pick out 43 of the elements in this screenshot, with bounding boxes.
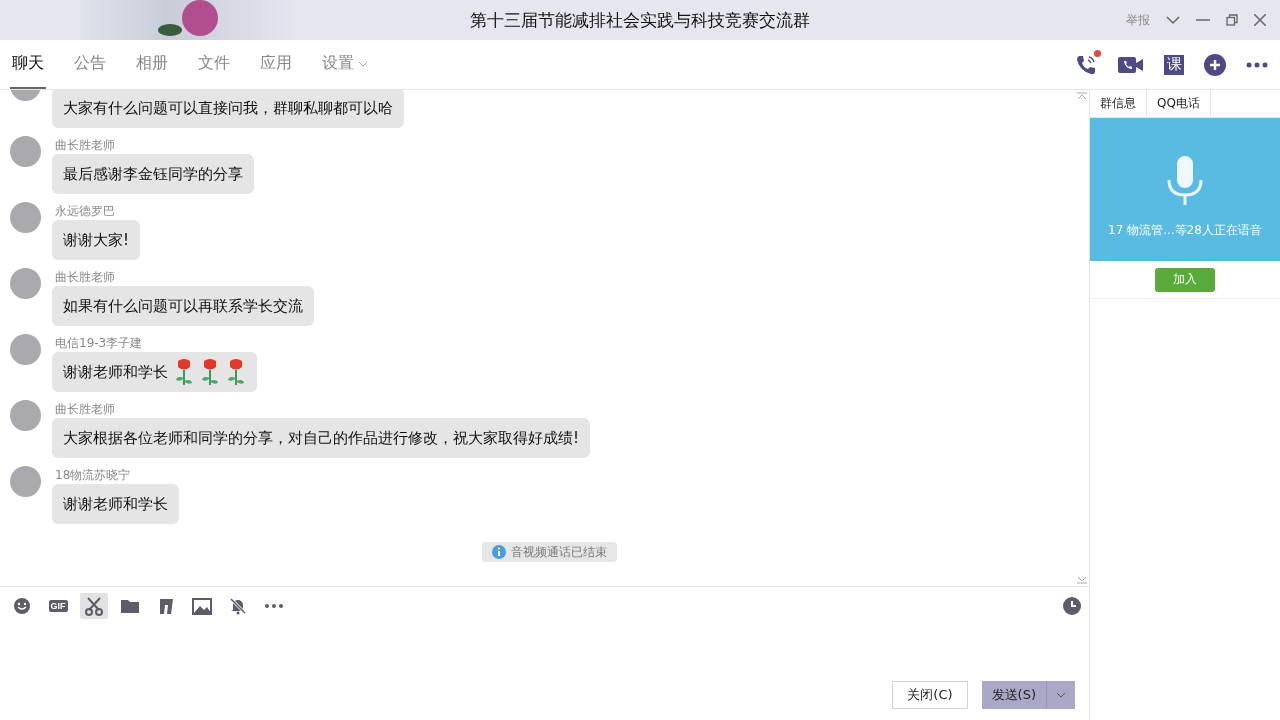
microphone-icon [1165,156,1205,208]
message-bubble: 大家根据各位老师和同学的分享，对自己的作品进行修改，祝大家取得好成绩! [52,418,590,458]
sender-name: 永远德罗巴 [55,203,115,220]
course-icon[interactable]: 课 [1164,54,1184,75]
chevron-down-icon[interactable] [1166,15,1180,25]
sender-name: 曲长胜老师 [55,269,115,286]
send-button[interactable]: 发送(S) [981,681,1047,709]
message-bubble: 最后感谢李金钰同学的分享 [52,154,254,194]
image-icon [192,597,212,615]
window-title: 第十三届节能减排社会实践与科技竞赛交流群 [470,8,810,32]
chevron-down-icon [1056,692,1066,698]
info-icon [492,545,506,559]
message-bubble: 谢谢老师和学长 [52,352,257,392]
sender-name: 电信19-3李子建 [55,335,143,352]
message-bubble: 谢谢大家! [52,220,140,260]
tab[interactable]: 设置 [320,40,370,89]
tab[interactable]: 公告 [72,40,108,89]
gif-icon: GIF [48,600,68,612]
system-notice: 音视频通话已结束 [482,542,617,562]
scissors-tool-button[interactable] [80,593,108,619]
tab[interactable]: 应用 [258,40,294,89]
message-bubble: 谢谢老师和学长 [52,484,179,524]
scissors-icon [84,596,104,616]
more-icon [264,603,284,609]
more-icon[interactable] [1246,61,1268,68]
tab[interactable]: 文件 [196,40,232,89]
clock-icon[interactable] [1063,597,1081,615]
folder-icon [120,598,140,614]
plus-circle-icon[interactable] [1204,53,1226,76]
message-bubble: 如果有什么问题可以再联系学长交流 [52,286,314,326]
sender-name: 18物流苏晓宁 [55,467,131,484]
sender-name: 曲长胜老师 [55,137,115,154]
tab[interactable]: 相册 [134,40,170,89]
gif-tool-button[interactable]: GIF [44,593,72,619]
sender-name: 曲长胜老师 [55,401,115,418]
restore-icon[interactable] [1226,14,1238,26]
voice-status: 17 物流管...等28人正在语音 [1108,222,1262,239]
smiley-icon [13,597,31,615]
close-icon[interactable] [1254,14,1266,26]
video-camera-icon[interactable] [1118,55,1144,74]
message-bubble: 大家有什么问题可以直接问我，群聊私聊都可以哈 [52,90,404,128]
bell-off-icon [229,597,247,615]
close-button[interactable]: 关闭(C) [892,681,968,709]
